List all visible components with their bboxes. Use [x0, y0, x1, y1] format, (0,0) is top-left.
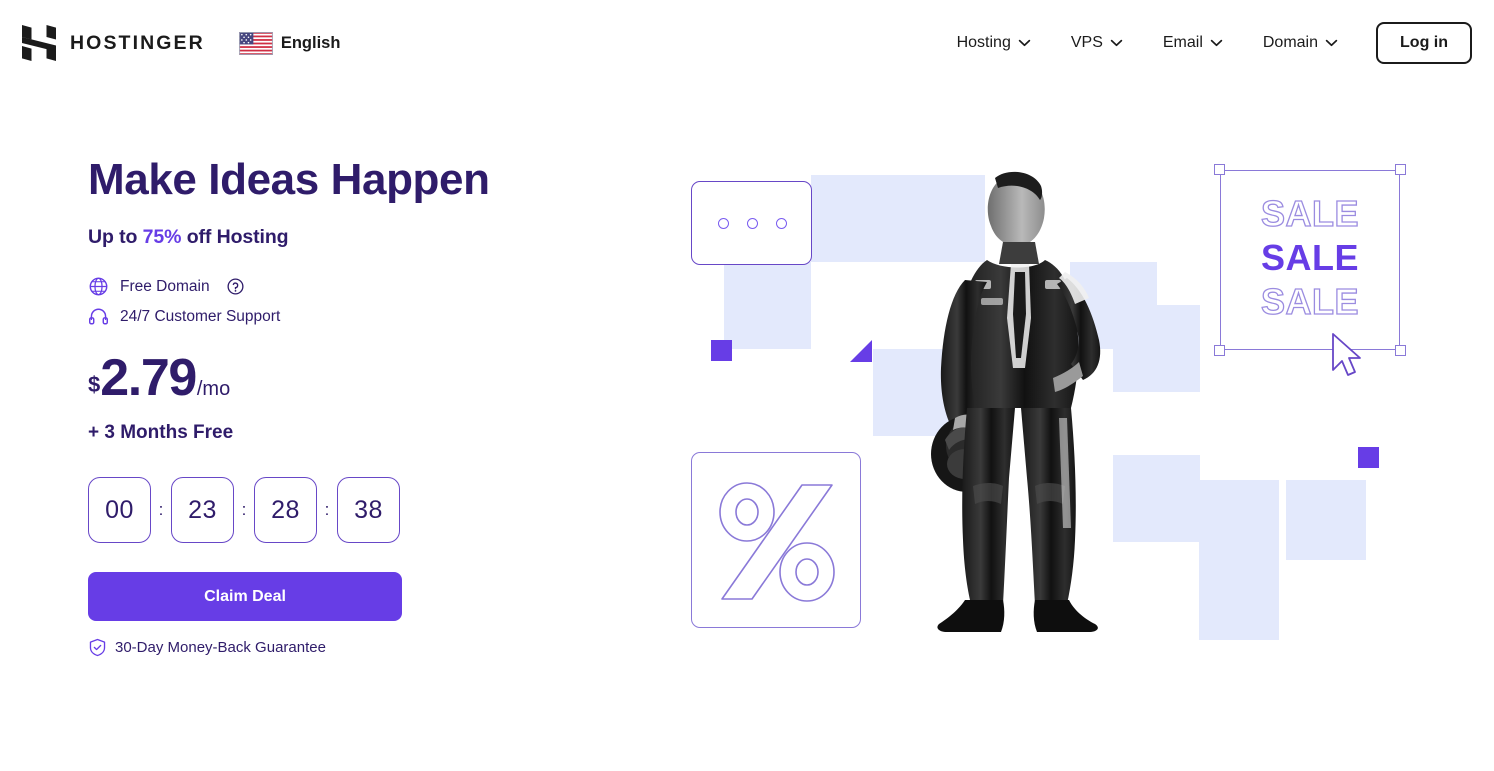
sale-selection-graphic: SALE SALE SALE	[1214, 164, 1406, 376]
subtitle-suffix: off Hosting	[181, 226, 289, 249]
countdown-seconds: 38	[337, 477, 400, 544]
globe-icon	[89, 277, 108, 296]
chevron-down-icon	[1325, 39, 1338, 47]
main-navigation: Hosting VPS Email Domain Log in	[937, 22, 1472, 64]
feature-label: Free Domain	[120, 277, 210, 295]
feature-label: 24/7 Customer Support	[120, 307, 281, 325]
claim-deal-button[interactable]: Claim Deal	[88, 572, 402, 622]
hostinger-h-logo-icon	[22, 25, 56, 61]
racing-driver-photo	[931, 171, 1101, 632]
language-selector[interactable]: English	[239, 31, 341, 55]
selection-handle[interactable]	[1214, 345, 1225, 356]
price-currency: $	[88, 372, 101, 398]
decorative-tile	[724, 262, 811, 349]
price-block: $ 2.79 /mo	[88, 352, 648, 404]
subtitle-prefix: Up to	[88, 226, 143, 249]
decorative-tile	[1199, 560, 1279, 640]
nav-item-label: Domain	[1262, 34, 1319, 51]
feature-free-domain: Free Domain	[88, 276, 648, 297]
accent-square	[711, 340, 732, 361]
nav-item-label: VPS	[1070, 34, 1103, 51]
chevron-down-icon	[1210, 39, 1223, 47]
window-dot	[747, 218, 758, 229]
selection-handle[interactable]	[1395, 164, 1406, 175]
bonus-months: + 3 Months Free	[88, 422, 234, 444]
brand-logo[interactable]: HOSTINGER	[22, 25, 205, 61]
price-amount: 2.79	[100, 349, 197, 408]
chevron-down-icon	[1018, 39, 1031, 47]
nav-item-domain[interactable]: Domain	[1243, 24, 1358, 62]
guarantee-label: 30-Day Money-Back Guarantee	[115, 639, 326, 657]
sale-text-bottom: SALE	[1260, 281, 1359, 322]
nav-item-hosting[interactable]: Hosting	[937, 24, 1051, 62]
sale-text-top: SALE	[1260, 193, 1359, 234]
selection-handle[interactable]	[1395, 345, 1406, 356]
hero-content: Make Ideas Happen Up to 75% off Hosting …	[88, 155, 648, 657]
browser-window-graphic	[691, 181, 812, 265]
feature-customer-support: 24/7 Customer Support	[88, 306, 648, 327]
discount-percent: 75%	[142, 226, 182, 249]
accent-triangle	[850, 340, 872, 362]
sale-text-middle: SALE	[1260, 237, 1359, 278]
headset-icon	[89, 308, 108, 325]
nav-item-email[interactable]: Email	[1143, 24, 1243, 62]
page-title: Make Ideas Happen	[88, 155, 490, 204]
nav-item-vps[interactable]: VPS	[1051, 24, 1143, 62]
countdown-separator: :	[324, 500, 330, 520]
countdown-minutes: 28	[254, 477, 317, 544]
question-circle-icon[interactable]	[227, 278, 244, 295]
countdown-hours: 23	[171, 477, 234, 544]
brand-wordmark: HOSTINGER	[70, 31, 205, 54]
cursor-arrow-icon	[1332, 333, 1361, 376]
percent-graphic	[691, 452, 861, 628]
countdown-separator: :	[158, 500, 164, 520]
window-dot	[718, 218, 729, 229]
us-flag-icon	[239, 31, 273, 55]
percent-symbol-icon	[719, 482, 835, 602]
decorative-tile	[1286, 480, 1366, 560]
price-period: /mo	[196, 378, 231, 401]
language-label: English	[280, 33, 341, 52]
nav-item-label: Hosting	[956, 34, 1011, 51]
shield-check-icon	[89, 639, 106, 657]
login-button[interactable]: Log in	[1376, 22, 1472, 64]
countdown-timer: 00 : 23 : 28 : 38	[88, 477, 648, 544]
chevron-down-icon	[1110, 39, 1123, 47]
site-header: HOSTINGER English Hosting VPS Email Doma…	[0, 0, 1494, 86]
selection-handle[interactable]	[1214, 164, 1225, 175]
decorative-tile	[1199, 480, 1279, 560]
decorative-tile	[811, 175, 898, 262]
nav-item-label: Email	[1162, 34, 1203, 51]
countdown-separator: :	[241, 500, 247, 520]
hero-subtitle: Up to 75% off Hosting	[88, 226, 648, 249]
money-back-guarantee: 30-Day Money-Back Guarantee	[88, 638, 648, 657]
feature-list: Free Domain 24/7 Customer Support	[88, 276, 648, 327]
hero-illustration: SALE SALE SALE	[680, 150, 1480, 670]
accent-square	[1358, 447, 1379, 468]
countdown-days: 00	[88, 477, 151, 544]
window-dot	[776, 218, 787, 229]
